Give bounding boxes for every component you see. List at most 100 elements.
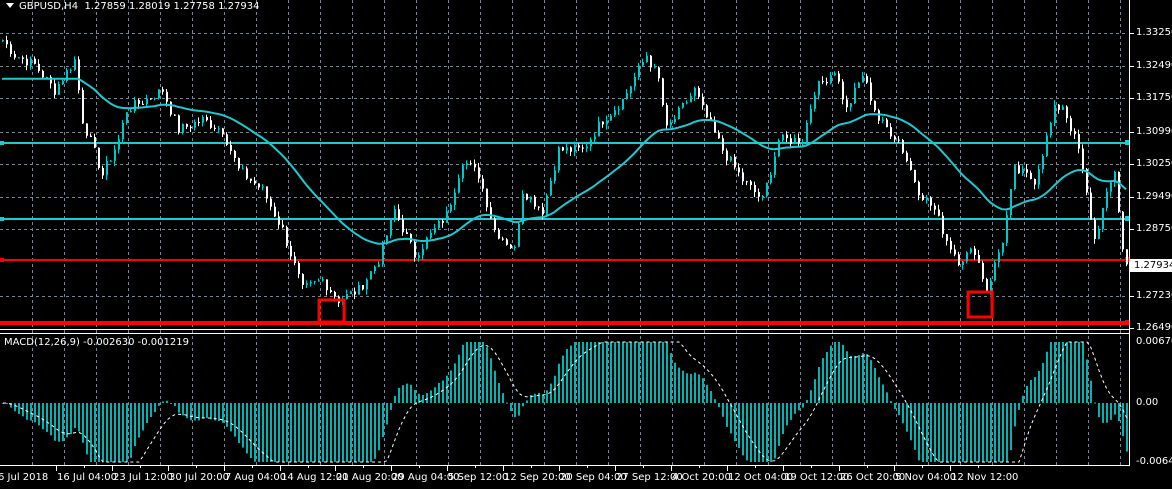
macd-bar xyxy=(770,403,772,462)
price-bar xyxy=(370,271,372,280)
macd-bar xyxy=(870,360,872,403)
macd-bar xyxy=(686,373,688,403)
price-bar xyxy=(410,233,412,242)
price-bar xyxy=(998,252,1000,263)
price-bar xyxy=(670,122,672,126)
price-axis-label: 1.26490 xyxy=(1136,322,1172,333)
macd-bar xyxy=(62,403,64,442)
macd-bar xyxy=(290,403,292,462)
macd-bar xyxy=(750,403,752,462)
macd-bar xyxy=(790,403,792,420)
price-bar xyxy=(214,127,216,129)
price-bar xyxy=(94,137,96,148)
price-bar xyxy=(1042,155,1044,170)
level-handle[interactable] xyxy=(0,258,4,262)
macd-bar xyxy=(438,383,440,403)
macd-bar xyxy=(910,403,912,441)
macd-bar xyxy=(854,355,856,403)
macd-bar xyxy=(166,400,168,403)
price-bar xyxy=(882,119,884,121)
macd-bar xyxy=(506,402,508,404)
price-bar xyxy=(674,118,676,123)
price-bar xyxy=(634,77,636,87)
macd-bar xyxy=(482,342,484,403)
price-bar xyxy=(246,168,248,179)
price-bar xyxy=(198,122,200,124)
macd-bar xyxy=(878,377,880,403)
price-bar xyxy=(530,196,532,200)
macd-bar xyxy=(426,393,428,403)
macd-bar xyxy=(338,403,340,462)
macd-bar xyxy=(654,342,656,403)
macd-bar xyxy=(302,403,304,462)
price-bar xyxy=(562,147,564,151)
macd-bar xyxy=(1094,402,1096,404)
macd-bar xyxy=(646,342,648,403)
macd-bar xyxy=(1006,403,1008,462)
macd-bar xyxy=(1070,342,1072,403)
macd-bar xyxy=(638,342,640,403)
price-axis-label: 1.29490 xyxy=(1136,191,1172,203)
high-value: 1.28019 xyxy=(128,1,171,12)
macd-bar xyxy=(1074,342,1076,403)
price-bar xyxy=(982,262,984,280)
macd-bar xyxy=(186,403,188,419)
price-bar xyxy=(590,139,592,147)
level-handle[interactable] xyxy=(0,141,4,145)
macd-bar xyxy=(782,403,784,435)
macd-bar xyxy=(850,355,852,403)
level-handle[interactable] xyxy=(0,321,4,325)
macd-bar xyxy=(230,403,232,432)
macd-bar xyxy=(254,403,256,462)
price-bar xyxy=(150,98,152,100)
price-bar xyxy=(534,196,536,207)
macd-bar xyxy=(354,403,356,462)
macd-bar xyxy=(386,403,388,425)
macd-bar xyxy=(734,403,736,442)
macd-bar xyxy=(1078,342,1080,403)
macd-bar xyxy=(946,403,948,462)
price-chart[interactable] xyxy=(0,0,1172,489)
macd-bar xyxy=(714,399,716,403)
price-bar xyxy=(606,120,608,125)
marker-box-august-low xyxy=(317,298,346,324)
dropdown-triangle-icon[interactable] xyxy=(6,3,14,8)
price-bar xyxy=(1026,169,1028,173)
price-bar xyxy=(722,138,724,151)
price-bar xyxy=(990,280,992,292)
macd-bar xyxy=(658,342,660,403)
price-bar xyxy=(126,112,128,123)
level-handle[interactable] xyxy=(0,217,4,221)
price-bar xyxy=(306,283,308,285)
macd-bar xyxy=(642,342,644,403)
macd-bar xyxy=(702,378,704,403)
macd-bar xyxy=(1010,403,1012,451)
price-bar xyxy=(682,102,684,108)
price-bar xyxy=(894,136,896,140)
macd-bar xyxy=(94,403,96,462)
price-bar xyxy=(774,156,776,175)
macd-bar xyxy=(626,342,628,403)
macd-bar xyxy=(402,385,404,403)
price-bar xyxy=(978,255,980,263)
macd-bar xyxy=(226,403,228,427)
price-bar xyxy=(474,163,476,168)
macd-bar xyxy=(814,379,816,403)
macd-bar xyxy=(842,344,844,403)
macd-bar xyxy=(618,342,620,403)
macd-bar xyxy=(370,403,372,462)
macd-bar xyxy=(550,383,552,403)
macd-bar xyxy=(82,403,84,443)
price-bar xyxy=(546,195,548,215)
price-bar xyxy=(646,55,648,63)
macd-bar xyxy=(178,403,180,413)
macd-bar xyxy=(838,342,840,403)
horizontal-levels[interactable] xyxy=(0,140,1130,325)
price-bar xyxy=(458,178,460,193)
macd-bar xyxy=(970,403,972,462)
price-bar xyxy=(430,232,432,238)
price-bar xyxy=(194,122,196,128)
price-bar xyxy=(570,147,572,152)
price-bar xyxy=(30,58,32,66)
price-bar xyxy=(690,95,692,103)
